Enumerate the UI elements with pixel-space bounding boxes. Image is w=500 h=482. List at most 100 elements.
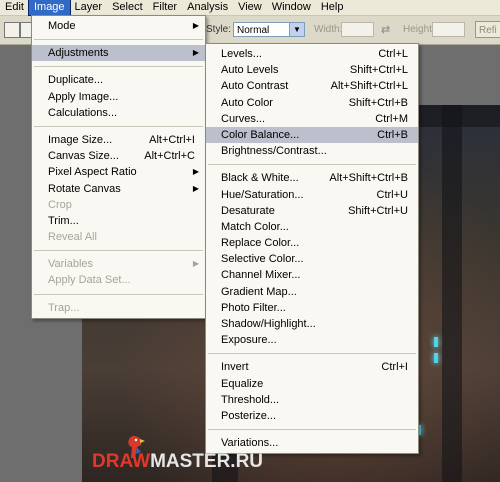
menu-item-label: Adjustments [48,47,109,60]
menu-item-match-color[interactable]: Match Color... [206,219,418,235]
menu-item-duplicate[interactable]: Duplicate... [32,72,205,88]
menu-item-hue-saturation[interactable]: Hue/Saturation... Ctrl+U [206,187,418,203]
menu-item-black-white[interactable]: Black & White... Alt+Shift+Ctrl+B [206,170,418,186]
menu-item-label: Mode [48,20,76,32]
menu-item-label: Apply Data Set... [48,274,131,287]
menu-item-label: Canvas Size... [48,150,119,163]
swap-icon[interactable]: ⇄ [381,23,390,36]
submenu-arrow-icon: ▶ [192,21,199,30]
menu-item-rotate-canvas[interactable]: Rotate Canvas ▶ [32,181,205,197]
menu-item-mode[interactable]: Mode ▶ [32,18,205,34]
menubar-item-edit[interactable]: Edit [0,0,29,15]
menu-item-gradient-map[interactable]: Gradient Map... [206,284,418,300]
menu-item-label: Curves... [221,112,266,125]
width-field[interactable] [341,22,374,37]
menu-item-image-size[interactable]: Image Size... Alt+Ctrl+I [32,132,205,148]
chevron-down-icon: ▼ [289,23,304,36]
menu-item-shortcut: Shift+Ctrl+B [348,96,408,109]
menu-separator [208,353,416,355]
new-selection-icon[interactable] [4,22,20,38]
menu-separator [34,39,203,41]
menu-item-label: Variations... [221,437,279,450]
menubar-item-layer[interactable]: Layer [70,0,108,15]
menu-item-label: Desaturate [221,204,275,217]
menu-item-shadow-highlight[interactable]: Shadow/Highlight... [206,316,418,332]
menu-item-posterize[interactable]: Posterize... [206,408,418,424]
submenu-arrow-icon: ▶ [192,48,199,58]
menu-separator [34,66,203,68]
menu-item-label: Rotate Canvas [48,182,121,195]
menu-item-photo-filter[interactable]: Photo Filter... [206,300,418,316]
menu-item-apply-image[interactable]: Apply Image... [32,89,205,105]
menu-item-label: Invert [221,361,249,374]
menu-item-label: Hue/Saturation... [221,188,304,201]
menu-item-shortcut: Ctrl+M [375,112,408,125]
menu-item-shortcut: Shift+Ctrl+L [349,64,408,77]
menu-item-apply-data-set: Apply Data Set... [32,272,205,288]
menu-item-threshold[interactable]: Threshold... [206,392,418,408]
menu-item-label: Equalize [221,377,264,390]
menu-item-shortcut: Ctrl+B [377,128,408,141]
watermark-part1: DRAW [92,451,151,472]
menu-item-channel-mixer[interactable]: Channel Mixer... [206,267,418,283]
height-label: Height: [403,24,435,35]
menu-item-variables: Variables ▶ [32,256,205,272]
menubar-item-analysis[interactable]: Analysis [182,0,233,15]
menubar-item-help[interactable]: Help [316,0,349,15]
menu-item-label: Levels... [221,48,262,60]
style-select[interactable]: Normal ▼ [233,22,305,37]
menu-item-variations[interactable]: Variations... [206,435,418,451]
menubar-item-image[interactable]: Image [27,0,71,16]
menu-item-label: Brightness/Contrast... [221,145,327,158]
menu-item-label: Trim... [48,214,79,227]
menubar-item-filter[interactable]: Filter [148,0,182,15]
menu-separator [34,293,203,295]
menu-item-curves[interactable]: Curves... Ctrl+M [206,111,418,127]
menu-item-shortcut: Alt+Ctrl+C [144,150,195,163]
width-label: Width: [314,24,343,35]
menu-item-trim[interactable]: Trim... [32,213,205,229]
height-field[interactable] [432,22,465,37]
menu-item-replace-color[interactable]: Replace Color... [206,235,418,251]
menubar-item-window[interactable]: Window [267,0,316,15]
menu-item-label: Black & White... [221,172,299,185]
menu-item-label: Threshold... [221,393,280,406]
menu-item-label: Gradient Map... [221,285,297,298]
menu-item-reveal-all: Reveal All [32,229,205,245]
watermark-part2: MASTER.RU [150,451,264,472]
menu-item-label: Match Color... [221,220,289,233]
menu-item-label: Image Size... [48,133,113,146]
menubar-item-view[interactable]: View [233,0,267,15]
menu-item-label: Exposure... [221,334,277,347]
submenu-arrow-icon: ▶ [192,183,199,193]
menu-separator [34,125,203,127]
menu-item-selective-color[interactable]: Selective Color... [206,251,418,267]
menu-item-equalize[interactable]: Equalize [206,376,418,392]
menu-item-levels[interactable]: Levels... Ctrl+L [206,46,418,62]
menu-item-label: Selective Color... [221,253,304,266]
menu-item-invert[interactable]: Invert Ctrl+I [206,359,418,375]
menu-bar: Edit Image Layer Select Filter Analysis View Wi… [0,0,500,16]
menu-item-color-balance[interactable]: Color Balance... Ctrl+B [206,126,418,144]
style-label: Style: [206,24,232,35]
menu-item-label: Variables [48,258,94,271]
menu-item-label: Crop [48,198,72,211]
menu-item-label: Pixel Aspect Ratio [48,166,137,179]
menu-item-shortcut: Ctrl+U [376,188,408,201]
menu-item-canvas-size[interactable]: Canvas Size... Alt+Ctrl+C [32,148,205,164]
menu-item-auto-contrast[interactable]: Auto Contrast Alt+Shift+Ctrl+L [206,78,418,94]
menu-item-exposure[interactable]: Exposure... [206,332,418,348]
menu-item-calculations[interactable]: Calculations... [32,105,205,121]
menu-item-shortcut: Alt+Ctrl+I [149,133,195,146]
menu-item-auto-levels[interactable]: Auto Levels Shift+Ctrl+L [206,62,418,78]
menu-item-adjustments[interactable]: Adjustments ▶ [32,45,205,62]
menubar-item-select[interactable]: Select [107,0,148,15]
menu-item-pixel-aspect-ratio[interactable]: Pixel Aspect Ratio ▶ [32,164,205,180]
menu-item-desaturate[interactable]: Desaturate Shift+Ctrl+U [206,203,418,219]
menu-item-label: Reveal All [48,231,97,244]
menu-item-auto-color[interactable]: Auto Color Shift+Ctrl+B [206,95,418,111]
menu-item-brightness-contrast[interactable]: Brightness/Contrast... [206,143,418,159]
menu-item-label: Auto Color [221,96,273,109]
menu-item-label: Trap... [48,301,80,314]
refine-edge-button[interactable]: Refi [475,21,500,38]
